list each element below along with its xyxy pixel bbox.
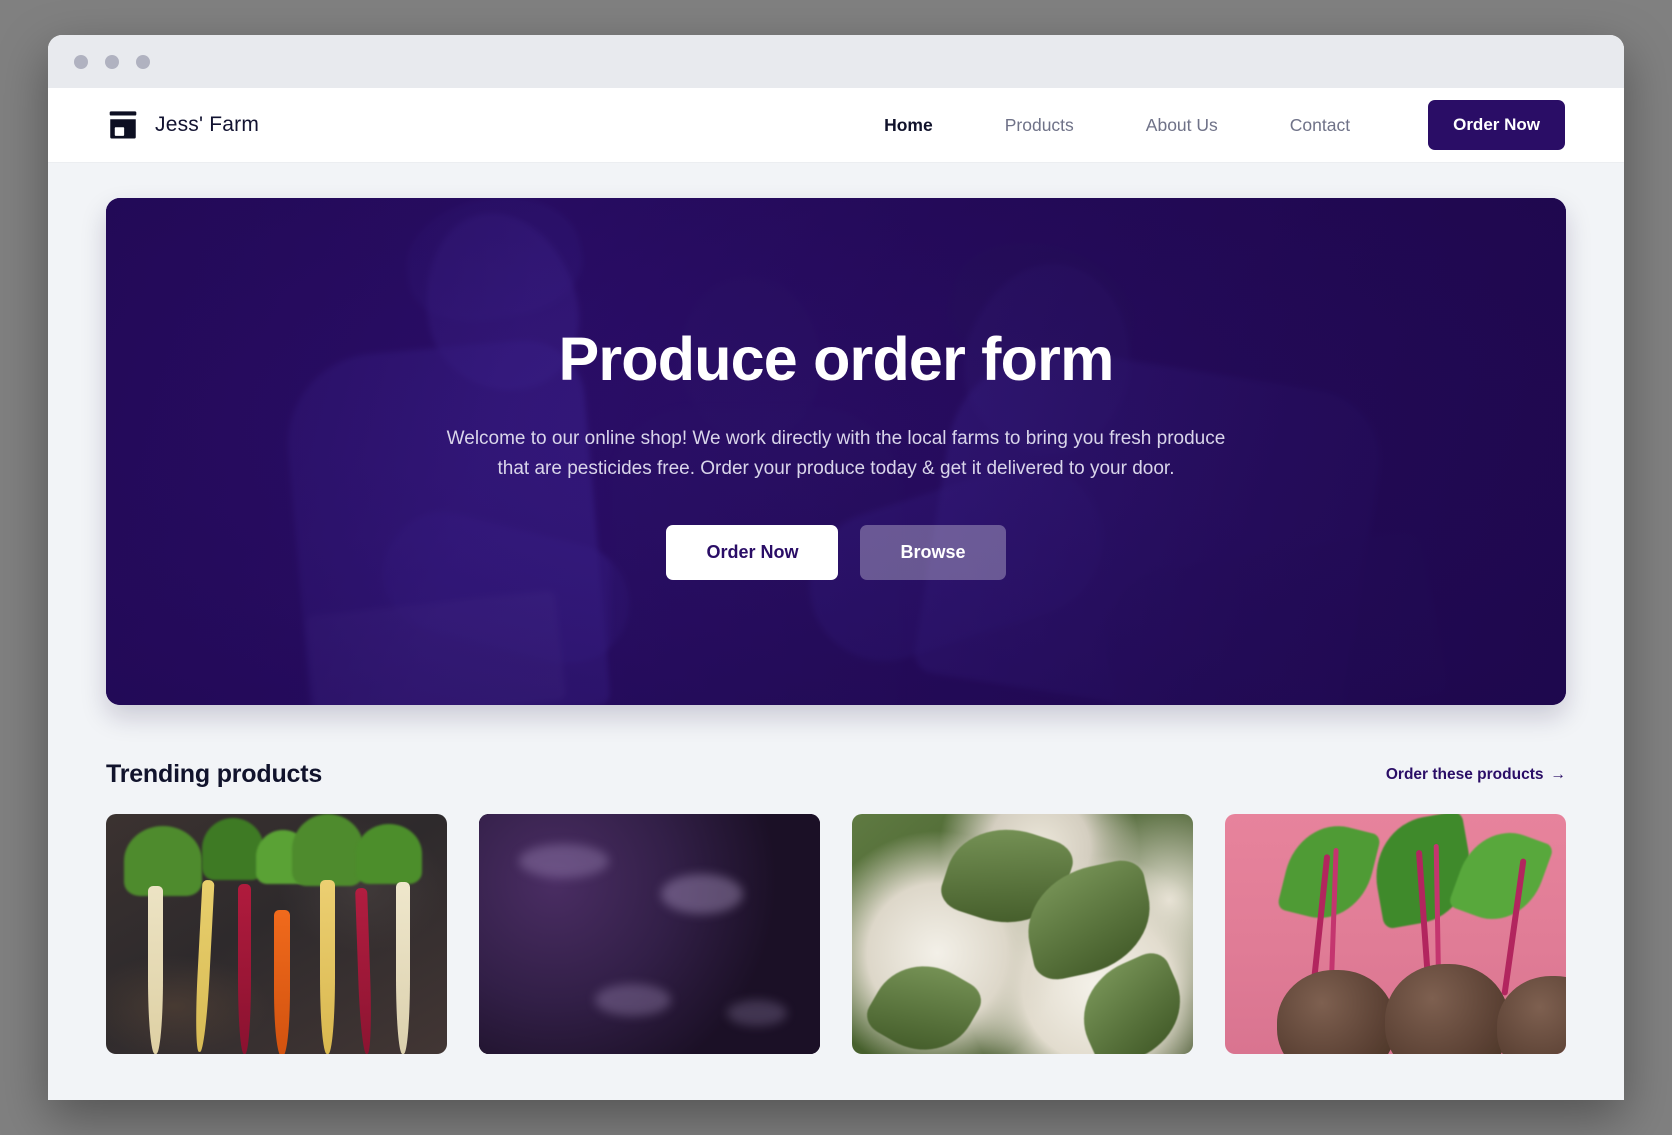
order-these-products-link[interactable]: Order these products → — [1386, 766, 1566, 784]
maximize-icon[interactable] — [136, 54, 150, 69]
hero-subtitle: Welcome to our online shop! We work dire… — [446, 428, 1226, 479]
brand-name: Jess' Farm — [155, 113, 260, 136]
section-title: Trending products — [106, 760, 323, 788]
minimize-icon[interactable] — [105, 54, 119, 69]
hero-actions: Order Now Browse — [666, 524, 1006, 580]
order-these-products-label: Order these products — [1385, 765, 1544, 783]
nav-item-products[interactable]: Products — [969, 115, 1110, 136]
browser-window: Jess' Farm Home Products About Us Contac… — [48, 35, 1624, 1100]
hero-browse-button[interactable]: Browse — [860, 524, 1006, 580]
browser-titlebar — [48, 35, 1624, 88]
close-icon[interactable] — [74, 54, 88, 69]
product-grid — [106, 814, 1566, 1054]
product-image-purple-cabbage — [479, 814, 820, 1054]
product-image-cauliflower — [852, 814, 1193, 1054]
hero-banner: Produce order form Welcome to our online… — [106, 198, 1566, 705]
arrow-right-icon: → — [1550, 765, 1567, 783]
nav-item-contact[interactable]: Contact — [1254, 115, 1386, 136]
product-image-heirloom-carrots — [106, 814, 447, 1054]
storefront-icon — [106, 108, 140, 142]
product-image-beetroot — [1225, 814, 1566, 1054]
site-header: Jess' Farm Home Products About Us Contac… — [48, 88, 1624, 163]
hero-order-now-button[interactable]: Order Now — [666, 524, 839, 580]
product-card-cauliflower[interactable] — [852, 814, 1193, 1054]
hero-title: Produce order form — [558, 325, 1114, 394]
nav-item-about-us[interactable]: About Us — [1110, 115, 1254, 136]
brand-logo[interactable]: Jess' Farm — [106, 108, 259, 142]
product-card-purple-cabbage[interactable] — [479, 814, 820, 1054]
product-card-heirloom-carrots[interactable] — [106, 814, 447, 1054]
hero-content: Produce order form Welcome to our online… — [106, 198, 1566, 705]
page-content: Produce order form Welcome to our online… — [48, 163, 1624, 1100]
main-navigation: Home Products About Us Contact Order Now — [848, 100, 1565, 150]
order-now-header-button[interactable]: Order Now — [1428, 100, 1565, 150]
trending-section-header: Trending products Order these products → — [106, 760, 1566, 789]
product-card-beetroot[interactable] — [1225, 814, 1566, 1054]
nav-item-home[interactable]: Home — [848, 115, 969, 136]
